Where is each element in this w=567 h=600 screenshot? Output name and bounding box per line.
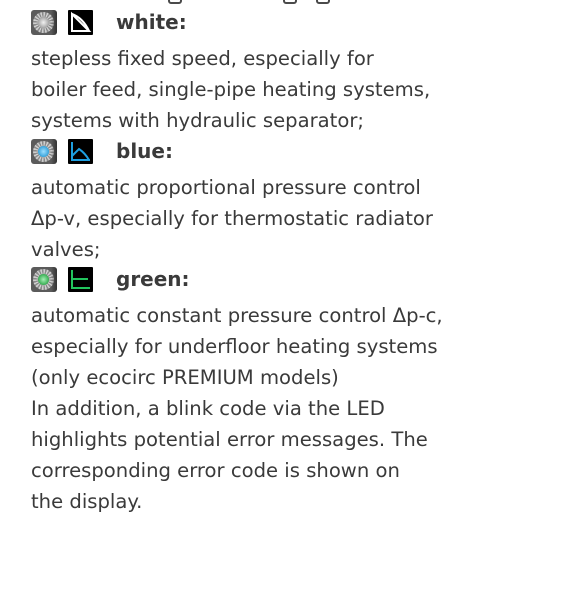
previous-content-fragment xyxy=(0,0,567,6)
mode-white-label: white: xyxy=(116,10,187,34)
mode-green-description: automatic constant pressure control Δp-c… xyxy=(31,300,561,393)
description-line: systems with hydraulic separator; xyxy=(31,109,364,132)
note-line: highlights potential error messages. The xyxy=(31,428,428,451)
stepless-fixed-speed-curve-icon xyxy=(68,9,93,35)
mode-green-label: green: xyxy=(116,267,190,291)
description-line: stepless fixed speed, especially for xyxy=(31,47,374,70)
mode-white-header: white: xyxy=(31,8,187,36)
description-line: automatic constant pressure control Δp-c… xyxy=(31,304,443,327)
mode-blue-header: blue: xyxy=(31,137,173,165)
note-line: the display. xyxy=(31,490,143,513)
mode-green-header: green: xyxy=(31,265,190,293)
constant-pressure-curve-icon xyxy=(68,266,93,292)
note-line: In addition, a blink code via the LED xyxy=(31,397,385,420)
mode-blue-description: automatic proportional pressure control … xyxy=(31,172,561,265)
description-line: Δp-v, especially for thermostatic radiat… xyxy=(31,207,433,230)
pump-led-green-icon xyxy=(31,266,57,292)
pump-led-white-icon xyxy=(31,9,57,35)
proportional-pressure-curve-icon xyxy=(68,138,93,164)
pump-led-blue-icon xyxy=(31,138,57,164)
mode-white-description: stepless fixed speed, especially for boi… xyxy=(31,43,561,136)
blink-code-note: In addition, a blink code via the LED hi… xyxy=(31,393,561,517)
note-line: corresponding error code is shown on xyxy=(31,459,400,482)
description-line: boiler feed, single-pipe heating systems… xyxy=(31,78,431,101)
mode-blue-label: blue: xyxy=(116,139,173,163)
description-line: (only ecocirc PREMIUM models) xyxy=(31,366,339,389)
description-line: valves; xyxy=(31,238,101,261)
description-line: especially for underfloor heating system… xyxy=(31,335,438,358)
description-line: automatic proportional pressure control xyxy=(31,176,421,199)
